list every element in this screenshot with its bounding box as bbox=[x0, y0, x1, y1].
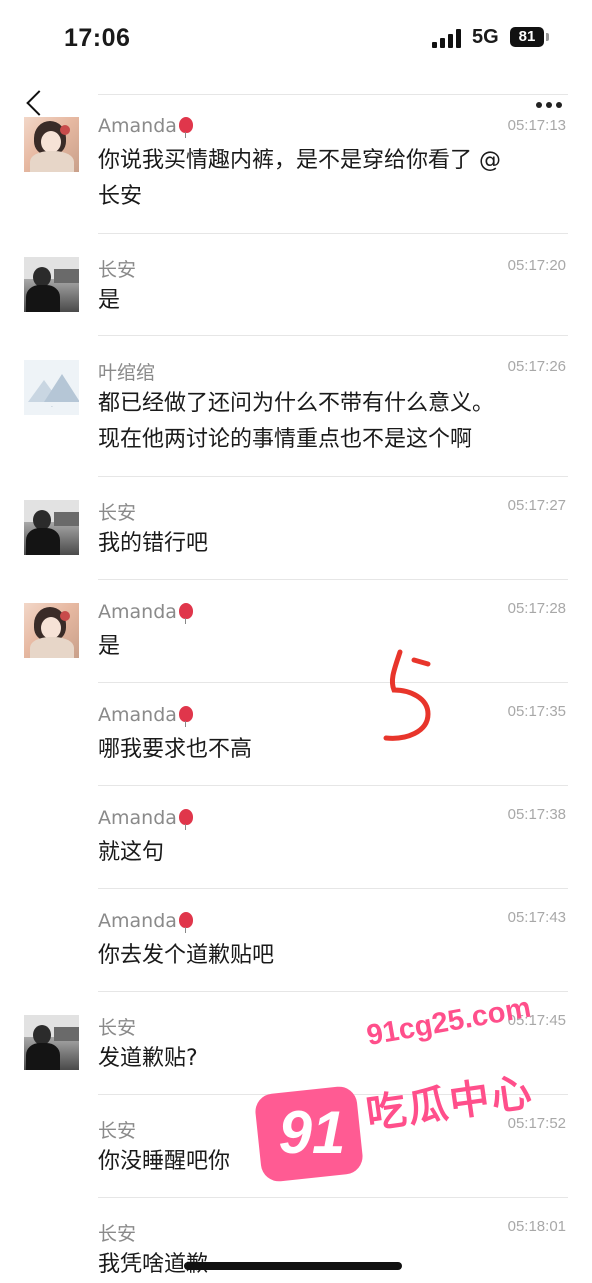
message-time: 05:17:28 bbox=[507, 600, 566, 617]
sender-name: Amanda bbox=[98, 115, 193, 138]
message-text: 是 bbox=[98, 634, 121, 659]
balloon-icon bbox=[178, 117, 193, 138]
message-time: 05:17:35 bbox=[507, 703, 566, 720]
sender-name: 长安 bbox=[98, 1223, 137, 1245]
more-options-button[interactable] bbox=[532, 100, 566, 110]
status-time: 17:06 bbox=[64, 24, 131, 52]
message-text: 你说我买情趣内裤，是不是穿给你看了 @ 长安 bbox=[98, 148, 501, 209]
message-time: 05:17:27 bbox=[507, 497, 566, 514]
watermark-name: 吃瓜中心 bbox=[363, 1069, 537, 1139]
sender-name: Amanda bbox=[98, 704, 193, 727]
status-bar: 17:06 5G 81 bbox=[0, 0, 592, 80]
message-text: 哪我要求也不高 bbox=[98, 737, 253, 762]
watermark: 91cg25.com 91 吃瓜中心 bbox=[253, 992, 588, 1190]
avatar-amanda[interactable] bbox=[24, 117, 79, 172]
message-divider bbox=[98, 682, 568, 683]
message-time: 05:17:20 bbox=[507, 257, 566, 274]
message-time: 05:18:01 bbox=[507, 1218, 566, 1235]
balloon-icon bbox=[178, 603, 193, 624]
message-divider bbox=[98, 579, 568, 580]
message-divider bbox=[98, 335, 568, 336]
battery-icon: 81 bbox=[510, 27, 549, 47]
sender-name: 叶绾绾 bbox=[98, 362, 156, 384]
message-text: 我的错行吧 bbox=[98, 531, 209, 556]
sender-name: 长安 bbox=[98, 259, 137, 281]
message-divider bbox=[98, 785, 568, 786]
sender-name: Amanda bbox=[98, 601, 193, 624]
message-time: 05:17:38 bbox=[507, 806, 566, 823]
red-squiggle-mark bbox=[383, 649, 431, 741]
message-divider bbox=[98, 991, 568, 992]
message-divider bbox=[98, 233, 568, 234]
message-text: 都已经做了还问为什么不带有什么意义。 现在他两讨论的事情重点也不是这个啊 bbox=[98, 391, 495, 452]
avatar-changan[interactable] bbox=[24, 257, 79, 312]
header-divider bbox=[98, 94, 568, 95]
message-divider bbox=[98, 888, 568, 889]
sender-name: Amanda bbox=[98, 910, 193, 933]
balloon-icon bbox=[178, 706, 193, 727]
message-time: 05:17:13 bbox=[507, 117, 566, 134]
message-time: 05:17:43 bbox=[507, 909, 566, 926]
avatar-yewanwan[interactable]: · bbox=[24, 360, 79, 415]
message-divider bbox=[98, 476, 568, 477]
avatar-changan[interactable] bbox=[24, 500, 79, 555]
sender-name: 长安 bbox=[98, 1017, 137, 1039]
watermark-url: 91cg25.com bbox=[364, 991, 534, 1053]
balloon-icon bbox=[178, 912, 193, 933]
message-text: 你去发个道歉贴吧 bbox=[98, 943, 275, 968]
sender-name: Amanda bbox=[98, 807, 193, 830]
sender-name: 长安 bbox=[98, 1120, 137, 1142]
balloon-icon bbox=[178, 809, 193, 830]
signal-icon bbox=[432, 28, 464, 48]
network-label: 5G bbox=[472, 26, 499, 48]
watermark-number: 91 bbox=[278, 1099, 346, 1166]
message-text: 是 bbox=[98, 288, 121, 313]
home-indicator[interactable] bbox=[184, 1262, 402, 1270]
sender-name: 长安 bbox=[98, 502, 137, 524]
message-text: 就这句 bbox=[98, 840, 165, 865]
message-divider bbox=[98, 1197, 568, 1198]
message-time: 05:17:26 bbox=[507, 358, 566, 375]
avatar-changan[interactable] bbox=[24, 1015, 79, 1070]
avatar-amanda[interactable] bbox=[24, 603, 79, 658]
